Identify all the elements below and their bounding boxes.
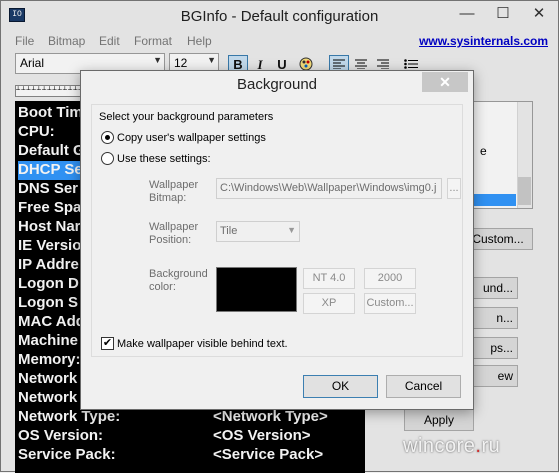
wallpaper-bitmap-field[interactable]: C:\Windows\Web\Wallpaper\Windows\img0.j — [216, 178, 442, 199]
make-visible-checkbox[interactable]: ✔ — [101, 337, 114, 350]
wallpaper-position-label: Wallpaper Position: — [149, 221, 199, 246]
nt4-color-button[interactable]: NT 4.0 — [303, 268, 355, 289]
xp-color-button[interactable]: XP — [303, 293, 355, 314]
cancel-button[interactable]: Cancel — [386, 375, 461, 398]
ok-button[interactable]: OK — [303, 375, 378, 398]
group-label: Select your background parameters — [99, 111, 274, 123]
dialog-close-button[interactable]: ✕ — [422, 72, 468, 92]
chevron-down-icon: ▼ — [287, 225, 296, 235]
copy-wallpaper-label[interactable]: Copy user's wallpaper settings — [117, 132, 266, 144]
wallpaper-position-select[interactable]: Tile ▼ — [216, 221, 300, 242]
dialog-title: Background — [236, 76, 318, 93]
background-color-swatch[interactable] — [216, 267, 297, 312]
dialog-body: Select your background parameters Copy u… — [88, 100, 466, 402]
custom-color-button[interactable]: Custom... — [364, 293, 416, 314]
use-settings-label[interactable]: Use these settings: — [117, 153, 211, 165]
copy-wallpaper-radio[interactable] — [101, 131, 114, 144]
background-color-label: Background color: — [149, 268, 208, 293]
win2000-color-button[interactable]: 2000 — [364, 268, 416, 289]
use-settings-radio[interactable] — [101, 152, 114, 165]
make-visible-label[interactable]: Make wallpaper visible behind text. — [117, 338, 288, 350]
background-dialog: Background ✕ Select your background para… — [80, 70, 474, 410]
wallpaper-position-value: Tile — [220, 225, 238, 237]
wallpaper-bitmap-label: Wallpaper Bitmap: — [149, 179, 199, 204]
browse-button[interactable]: ... — [447, 178, 461, 199]
